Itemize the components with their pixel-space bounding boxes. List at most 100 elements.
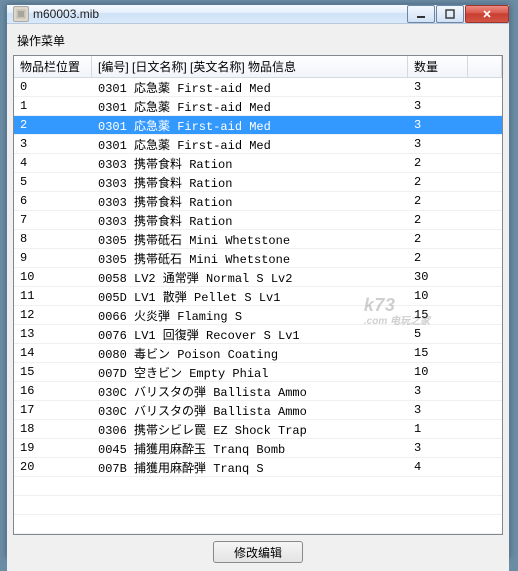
cell-quantity: 3 [408, 116, 468, 134]
cell-item: 0066 火炎弾 Flaming S [92, 306, 408, 324]
table-row[interactable]: 140080 毒ビン Poison Coating15 [14, 344, 502, 363]
cell-rest [468, 230, 502, 248]
edit-button[interactable]: 修改编辑 [213, 541, 303, 563]
cell-item: 0301 応急薬 First-aid Med [92, 97, 408, 115]
cell-quantity: 10 [408, 363, 468, 381]
cell-quantity: 3 [408, 439, 468, 457]
cell-quantity: 1 [408, 420, 468, 438]
cell-position: 1 [14, 97, 92, 115]
cell-quantity: 2 [408, 211, 468, 229]
cell-position: 18 [14, 420, 92, 438]
app-icon [13, 6, 29, 22]
cell-item: 030C バリスタの弾 Ballista Ammo [92, 382, 408, 400]
cell-rest [468, 325, 502, 343]
table-row[interactable]: 120066 火炎弾 Flaming S15 [14, 306, 502, 325]
cell-rest [468, 363, 502, 381]
cell-position: 20 [14, 458, 92, 476]
cell-quantity: 2 [408, 154, 468, 172]
table-row[interactable]: 50303 携帯食料 Ration2 [14, 173, 502, 192]
table-row[interactable]: 70303 携帯食料 Ration2 [14, 211, 502, 230]
table-row[interactable]: 17030C バリスタの弾 Ballista Ammo3 [14, 401, 502, 420]
table-row[interactable]: 40303 携帯食料 Ration2 [14, 154, 502, 173]
table-row[interactable]: 20301 応急薬 First-aid Med3 [14, 116, 502, 135]
cell-position: 16 [14, 382, 92, 400]
cell-rest [468, 287, 502, 305]
cell-item: 0058 LV2 通常弾 Normal S Lv2 [92, 268, 408, 286]
cell-rest [468, 249, 502, 267]
cell-position: 0 [14, 78, 92, 96]
grid-body[interactable]: 00301 応急薬 First-aid Med310301 応急薬 First-… [14, 78, 502, 534]
menu-operations[interactable]: 操作菜单 [17, 34, 65, 48]
cell-rest [468, 458, 502, 476]
cell-position: 6 [14, 192, 92, 210]
table-row[interactable]: 15007D 空きビン Empty Phial10 [14, 363, 502, 382]
table-row[interactable]: 16030C バリスタの弾 Ballista Ammo3 [14, 382, 502, 401]
cell-position: 5 [14, 173, 92, 191]
cell-position: 2 [14, 116, 92, 134]
cell-quantity: 15 [408, 306, 468, 324]
table-row[interactable]: 100058 LV2 通常弾 Normal S Lv230 [14, 268, 502, 287]
cell-quantity: 15 [408, 344, 468, 362]
cell-item: 0303 携帯食料 Ration [92, 173, 408, 191]
cell-quantity: 2 [408, 249, 468, 267]
table-row[interactable]: 20007B 捕獲用麻酔弾 Tranq S4 [14, 458, 502, 477]
column-header-rest[interactable] [468, 56, 502, 77]
cell-rest [468, 306, 502, 324]
table-row[interactable]: 180306 携帯シビレ罠 EZ Shock Trap1 [14, 420, 502, 439]
column-header-quantity[interactable]: 数量 [408, 56, 468, 77]
cell-position: 8 [14, 230, 92, 248]
cell-item: 0306 携帯シビレ罠 EZ Shock Trap [92, 420, 408, 438]
cell-quantity: 3 [408, 382, 468, 400]
cell-position: 15 [14, 363, 92, 381]
column-header-item[interactable]: [编号] [日文名称] [英文名称] 物品信息 [92, 56, 408, 77]
table-row[interactable]: 80305 携帯砥石 Mini Whetstone2 [14, 230, 502, 249]
cell-rest [468, 382, 502, 400]
cell-rest [468, 78, 502, 96]
client-area: 操作菜单 物品栏位置 [编号] [日文名称] [英文名称] 物品信息 数量 00… [7, 24, 509, 571]
cell-rest [468, 268, 502, 286]
table-row[interactable]: 00301 応急薬 First-aid Med3 [14, 78, 502, 97]
table-row[interactable]: 130076 LV1 回復弾 Recover S Lv15 [14, 325, 502, 344]
cell-item: 0303 携帯食料 Ration [92, 154, 408, 172]
button-bar: 修改编辑 [13, 535, 503, 565]
table-row[interactable]: 10301 応急薬 First-aid Med3 [14, 97, 502, 116]
column-header-position[interactable]: 物品栏位置 [14, 56, 92, 77]
cell-rest [468, 116, 502, 134]
cell-quantity: 30 [408, 268, 468, 286]
cell-quantity: 2 [408, 230, 468, 248]
cell-item: 0303 携帯食料 Ration [92, 192, 408, 210]
minimize-button[interactable] [407, 5, 435, 23]
cell-rest [468, 173, 502, 191]
cell-rest [468, 135, 502, 153]
cell-item: 030C バリスタの弾 Ballista Ammo [92, 401, 408, 419]
cell-item: 0303 携帯食料 Ration [92, 211, 408, 229]
data-grid: 物品栏位置 [编号] [日文名称] [英文名称] 物品信息 数量 00301 応… [13, 55, 503, 535]
cell-rest [468, 154, 502, 172]
cell-position: 14 [14, 344, 92, 362]
cell-position: 19 [14, 439, 92, 457]
maximize-button[interactable] [436, 5, 464, 23]
close-button[interactable] [465, 5, 509, 23]
cell-rest [468, 344, 502, 362]
table-row[interactable]: 60303 携帯食料 Ration2 [14, 192, 502, 211]
menu-bar: 操作菜单 [13, 30, 503, 55]
cell-position: 3 [14, 135, 92, 153]
cell-position: 13 [14, 325, 92, 343]
table-row[interactable]: 190045 捕獲用麻酔玉 Tranq Bomb3 [14, 439, 502, 458]
table-row[interactable]: 11005D LV1 散弾 Pellet S Lv110 [14, 287, 502, 306]
cell-position: 11 [14, 287, 92, 305]
cell-quantity: 5 [408, 325, 468, 343]
cell-quantity: 3 [408, 135, 468, 153]
cell-item: 007B 捕獲用麻酔弾 Tranq S [92, 458, 408, 476]
table-row-empty [14, 515, 502, 534]
cell-quantity: 3 [408, 401, 468, 419]
cell-position: 17 [14, 401, 92, 419]
titlebar[interactable]: m60003.mib [7, 5, 509, 24]
table-row[interactable]: 30301 応急薬 First-aid Med3 [14, 135, 502, 154]
table-row[interactable]: 90305 携帯砥石 Mini Whetstone2 [14, 249, 502, 268]
cell-position: 12 [14, 306, 92, 324]
cell-item: 0045 捕獲用麻酔玉 Tranq Bomb [92, 439, 408, 457]
table-row-empty [14, 477, 502, 496]
cell-quantity: 4 [408, 458, 468, 476]
cell-item: 0301 応急薬 First-aid Med [92, 116, 408, 134]
